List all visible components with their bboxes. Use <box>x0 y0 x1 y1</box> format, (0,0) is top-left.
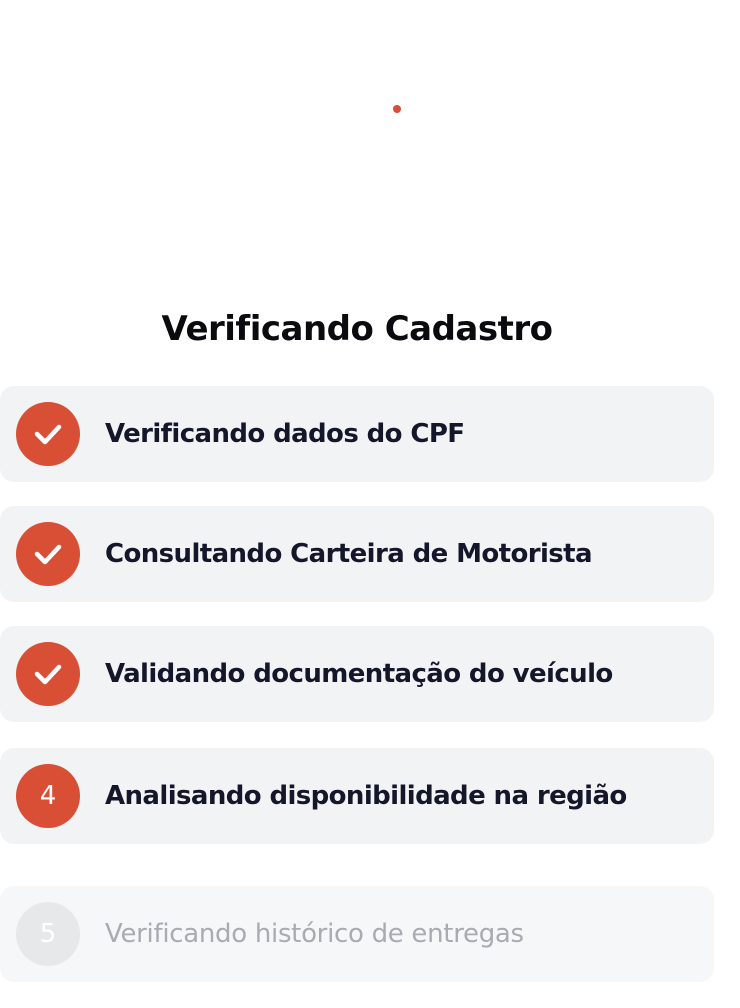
step-label: Validando documentação do veículo <box>105 659 613 689</box>
step-badge-done <box>16 642 80 706</box>
step-item-5: 5 Verificando histórico de entregas <box>0 886 714 982</box>
step-label: Verificando dados do CPF <box>105 419 465 449</box>
step-item-4: 4 Analisando disponibilidade na região <box>0 748 714 844</box>
check-icon <box>34 664 62 685</box>
step-label: Analisando disponibilidade na região <box>105 781 627 811</box>
check-icon <box>34 424 62 445</box>
step-item-3: Validando documentação do veículo <box>0 626 714 722</box>
step-number-badge: 4 <box>16 764 80 828</box>
step-item-2: Consultando Carteira de Motorista <box>0 506 714 602</box>
step-number-badge: 5 <box>16 902 80 966</box>
loading-indicator <box>393 105 401 113</box>
step-badge-done <box>16 402 80 466</box>
step-label: Consultando Carteira de Motorista <box>105 539 593 569</box>
check-icon <box>34 544 62 565</box>
page-title: Verificando Cadastro <box>161 308 553 349</box>
step-badge-done <box>16 522 80 586</box>
step-label: Verificando histórico de entregas <box>105 919 524 949</box>
step-item-1: Verificando dados do CPF <box>0 386 714 482</box>
